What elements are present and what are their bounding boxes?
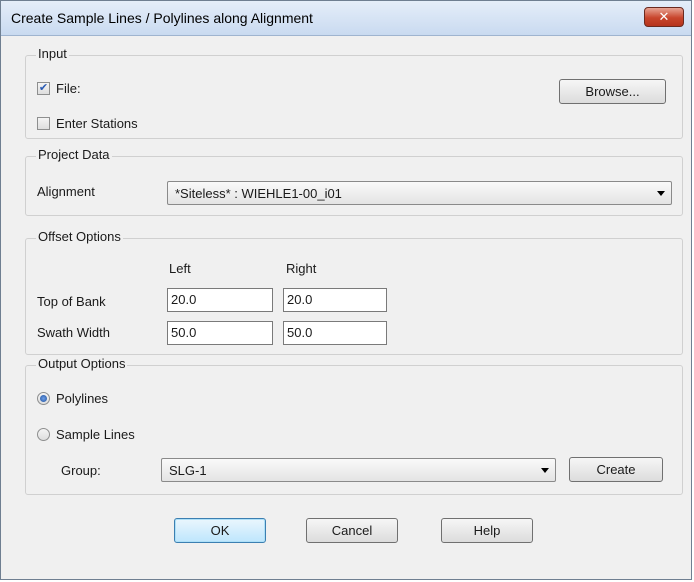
swath-width-label: Swath Width	[37, 325, 110, 340]
close-button[interactable]: ✕	[644, 7, 684, 27]
top-of-bank-right-input[interactable]: 20.0	[283, 288, 387, 312]
window-title: Create Sample Lines / Polylines along Al…	[11, 10, 313, 26]
offset-options-group: Offset Options Left Right Top of Bank 20…	[25, 229, 683, 355]
left-column-header: Left	[169, 261, 191, 276]
file-checkbox[interactable]: ✔	[37, 82, 50, 95]
output-options-group: Output Options Polylines Sample Lines Gr…	[25, 356, 683, 495]
chevron-down-icon	[657, 191, 665, 196]
top-of-bank-label: Top of Bank	[37, 294, 106, 309]
project-data-legend: Project Data	[36, 147, 112, 162]
cancel-button[interactable]: Cancel	[306, 518, 398, 543]
polylines-radio[interactable]	[37, 392, 50, 405]
swath-width-left-input[interactable]: 50.0	[167, 321, 273, 345]
project-data-group: Project Data Alignment *Siteless* : WIEH…	[25, 147, 683, 216]
dialog-window: Create Sample Lines / Polylines along Al…	[0, 0, 692, 580]
alignment-value: *Siteless* : WIEHLE1-00_i01	[175, 186, 342, 201]
file-label[interactable]: File:	[56, 81, 81, 96]
offset-options-legend: Offset Options	[36, 229, 123, 244]
create-button[interactable]: Create	[569, 457, 663, 482]
swath-width-right-input[interactable]: 50.0	[283, 321, 387, 345]
close-icon: ✕	[658, 9, 670, 24]
checkmark-icon: ✔	[38, 82, 49, 94]
title-bar[interactable]: Create Sample Lines / Polylines along Al…	[1, 1, 691, 36]
input-legend: Input	[36, 46, 69, 61]
enter-stations-label[interactable]: Enter Stations	[56, 116, 138, 131]
group-dropdown[interactable]: SLG-1	[161, 458, 556, 482]
browse-button[interactable]: Browse...	[559, 79, 666, 104]
top-of-bank-left-input[interactable]: 20.0	[167, 288, 273, 312]
ok-button[interactable]: OK	[174, 518, 266, 543]
input-group: Input ✔ File: Enter Stations Browse...	[25, 46, 683, 139]
sample-lines-label[interactable]: Sample Lines	[56, 427, 135, 442]
enter-stations-checkbox[interactable]	[37, 117, 50, 130]
help-button[interactable]: Help	[441, 518, 533, 543]
chevron-down-icon	[541, 468, 549, 473]
polylines-label[interactable]: Polylines	[56, 391, 108, 406]
output-options-legend: Output Options	[36, 356, 128, 371]
right-column-header: Right	[286, 261, 317, 276]
alignment-dropdown[interactable]: *Siteless* : WIEHLE1-00_i01	[167, 181, 672, 205]
sample-lines-radio[interactable]	[37, 428, 50, 441]
group-label: Group:	[61, 463, 101, 478]
alignment-label: Alignment	[37, 184, 95, 199]
group-value: SLG-1	[169, 463, 207, 478]
